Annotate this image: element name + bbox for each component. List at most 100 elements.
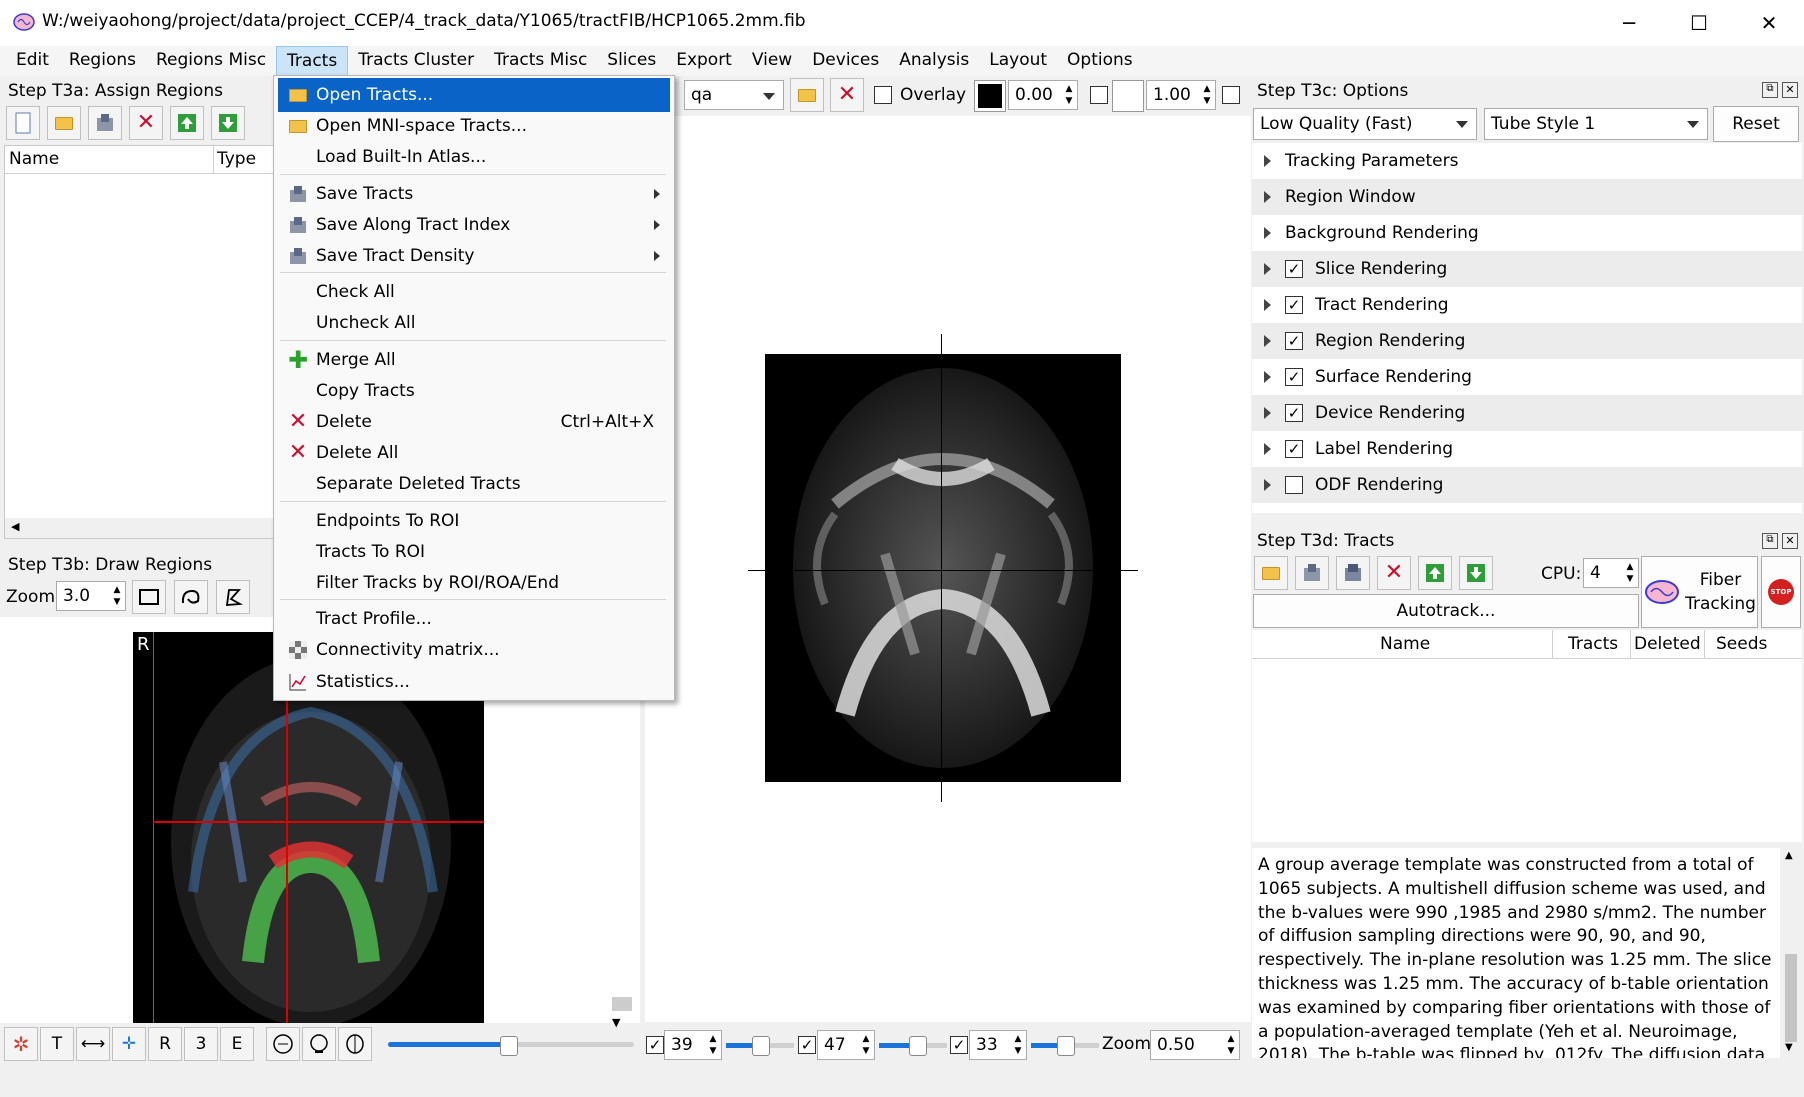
polygon-tool-button[interactable] xyxy=(216,580,250,614)
col-type[interactable]: Type xyxy=(217,149,256,169)
horizontal-scrollbar[interactable]: ◀ xyxy=(5,518,273,538)
save-tracts-button[interactable] xyxy=(1295,556,1329,590)
menu-export[interactable]: Export xyxy=(666,46,742,76)
spin-down-icon[interactable]: ▼ xyxy=(1012,1045,1024,1057)
options-item-odf-rendering[interactable]: ODF Rendering xyxy=(1252,467,1804,503)
tube-style-combo[interactable]: Tube Style 1 xyxy=(1484,108,1708,140)
options-item-background-rendering[interactable]: Background Rendering xyxy=(1252,215,1804,251)
delete-slice-button[interactable]: ✕ xyxy=(830,78,864,112)
spin-up-icon[interactable]: ▲ xyxy=(860,1033,872,1045)
menu-item-separate-deleted-tracts[interactable]: Separate Deleted Tracts xyxy=(278,467,670,501)
menu-tracts-cluster[interactable]: Tracts Cluster xyxy=(348,46,484,76)
freehand-tool-button[interactable] xyxy=(174,580,208,614)
rect-tool-button[interactable] xyxy=(132,580,166,614)
coronal-view-button[interactable] xyxy=(302,1027,336,1061)
new-region-button[interactable] xyxy=(6,106,40,140)
move-region-down-button[interactable] xyxy=(211,106,245,140)
expand-arrow-icon[interactable] xyxy=(1264,479,1271,491)
menu-item-merge-all[interactable]: ✚ Merge All xyxy=(278,343,670,377)
menu-item-endpoints-to-roi[interactable]: Endpoints To ROI xyxy=(278,504,670,538)
spin-up-icon[interactable]: ▲ xyxy=(111,584,123,596)
menu-options[interactable]: Options xyxy=(1057,46,1143,76)
options-item-checkbox[interactable]: ✓ xyxy=(1285,440,1303,458)
options-item-checkbox[interactable]: ✓ xyxy=(1285,296,1303,314)
menu-item-load-built-in-atlas[interactable]: Load Built-In Atlas... xyxy=(278,140,670,174)
menu-item-uncheck-all[interactable]: Uncheck All xyxy=(278,306,670,340)
z-slice-checkbox[interactable]: ✓ xyxy=(950,1036,968,1054)
options-item-tract-rendering[interactable]: ✓ Tract Rendering xyxy=(1252,287,1804,323)
view-r-button[interactable]: R xyxy=(148,1027,182,1061)
max-color-swatch[interactable] xyxy=(1112,80,1144,112)
options-item-checkbox[interactable] xyxy=(1285,476,1303,494)
menu-devices[interactable]: Devices xyxy=(802,46,889,76)
view-t-button[interactable]: T xyxy=(40,1027,74,1061)
options-item-checkbox[interactable]: ✓ xyxy=(1285,332,1303,350)
expand-arrow-icon[interactable] xyxy=(1264,191,1271,203)
menu-item-copy-tracts[interactable]: Copy Tracts xyxy=(278,374,670,408)
menu-item-statistics[interactable]: Statistics... xyxy=(278,665,670,699)
description-box[interactable]: A group average template was constructed… xyxy=(1252,848,1780,1058)
menu-edit[interactable]: Edit xyxy=(6,46,59,76)
spin-down-icon[interactable]: ▼ xyxy=(1225,1045,1237,1057)
view-zoom-spinbox[interactable]: 0.50 ▲ ▼ xyxy=(1150,1030,1240,1060)
menu-item-save-tract-density[interactable]: Save Tract Density xyxy=(278,239,670,273)
menu-item-delete-all[interactable]: ✕ Delete All xyxy=(278,436,670,470)
float-panel-icon[interactable]: ⧉ xyxy=(1762,533,1778,549)
options-item-checkbox[interactable]: ✓ xyxy=(1285,368,1303,386)
close-panel-icon[interactable]: ✕ xyxy=(1782,82,1798,98)
spin-up-icon[interactable]: ▲ xyxy=(1012,1033,1024,1045)
contrast-slider[interactable] xyxy=(388,1036,634,1056)
col-seeds[interactable]: Seeds xyxy=(1716,634,1767,654)
open-tracts-button[interactable] xyxy=(1254,556,1288,590)
options-item-checkbox[interactable]: ✓ xyxy=(1285,260,1303,278)
expand-arrow-icon[interactable] xyxy=(1264,227,1271,239)
menu-item-open-tracts[interactable]: Open Tracts... xyxy=(278,78,670,112)
menu-item-tracts-to-roi[interactable]: Tracts To ROI xyxy=(278,535,670,569)
spin-up-icon[interactable]: ▲ xyxy=(707,1033,719,1045)
view-e-button[interactable]: E xyxy=(220,1027,254,1061)
options-item-checkbox[interactable]: ✓ xyxy=(1285,404,1303,422)
tracts-table[interactable]: Name Tracts Deleted Seeds xyxy=(1252,630,1802,842)
measure-button[interactable]: ⟷ xyxy=(76,1027,110,1061)
menu-item-open-mni-space-tracts[interactable]: Open MNI-space Tracts... xyxy=(278,109,670,143)
min-color-swatch[interactable] xyxy=(974,80,1006,112)
options-item-region-window[interactable]: Region Window xyxy=(1252,179,1804,215)
menu-regions-misc[interactable]: Regions Misc xyxy=(146,46,276,76)
menu-item-save-tracts[interactable]: Save Tracts xyxy=(278,177,670,211)
options-item-slice-rendering[interactable]: ✓ Slice Rendering xyxy=(1252,251,1804,287)
minimize-button[interactable]: ─ xyxy=(1594,0,1664,46)
menu-analysis[interactable]: Analysis xyxy=(889,46,979,76)
col-deleted[interactable]: Deleted xyxy=(1634,634,1701,654)
menu-item-check-all[interactable]: Check All xyxy=(278,275,670,309)
menu-item-filter-tracks-by-roi-roa-end[interactable]: Filter Tracks by ROI/ROA/End xyxy=(278,566,670,600)
menu-view[interactable]: View xyxy=(742,46,802,76)
x-slice-checkbox[interactable]: ✓ xyxy=(646,1036,664,1054)
cursor-button[interactable]: ✛ xyxy=(112,1027,146,1061)
stop-button[interactable]: STOP xyxy=(1761,556,1801,628)
expand-arrow-icon[interactable] xyxy=(1264,371,1271,383)
open-slice-button[interactable] xyxy=(790,78,824,112)
y-slice-checkbox[interactable]: ✓ xyxy=(798,1036,816,1054)
expand-arrow-icon[interactable] xyxy=(1264,407,1271,419)
spin-down-icon[interactable]: ▼ xyxy=(111,596,123,608)
min-checkbox[interactable] xyxy=(1090,86,1108,104)
z-slice-spinbox[interactable]: 33 ▲ ▼ xyxy=(969,1030,1027,1060)
min-value-spinbox[interactable]: 0.00 ▲ ▼ xyxy=(1008,80,1078,110)
col-tracts[interactable]: Tracts xyxy=(1568,634,1618,654)
x-slice-slider[interactable] xyxy=(726,1036,794,1056)
delete-tracts-button[interactable]: ✕ xyxy=(1377,556,1411,590)
maximize-button[interactable]: ☐ xyxy=(1664,0,1734,46)
y-slice-slider[interactable] xyxy=(879,1036,947,1056)
menu-slices[interactable]: Slices xyxy=(597,46,666,76)
open-region-button[interactable] xyxy=(47,106,81,140)
close-panel-icon[interactable]: ✕ xyxy=(1782,533,1798,549)
options-item-device-rendering[interactable]: ✓ Device Rendering xyxy=(1252,395,1804,431)
delete-region-button[interactable]: ✕ xyxy=(129,106,163,140)
move-tract-up-button[interactable] xyxy=(1418,556,1452,590)
menu-item-save-along-tract-index[interactable]: Save Along Tract Index xyxy=(278,208,670,242)
menu-tracts[interactable]: Tracts xyxy=(276,46,349,76)
regions-list[interactable]: Name Type ◀ xyxy=(4,145,274,539)
expand-arrow-icon[interactable] xyxy=(1264,335,1271,347)
menu-regions[interactable]: Regions xyxy=(59,46,146,76)
spin-down-icon[interactable]: ▼ xyxy=(1063,95,1075,107)
